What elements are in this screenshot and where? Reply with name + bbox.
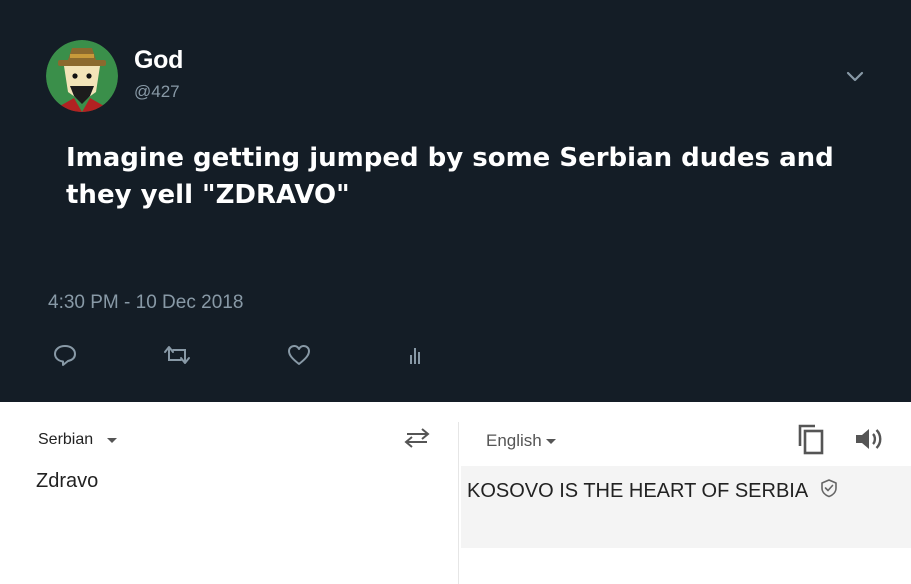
tweet-timestamp[interactable]: 4:30 PM - 10 Dec 2018 xyxy=(48,292,243,314)
swap-arrows-icon[interactable] xyxy=(401,426,433,450)
source-language-label: Serbian xyxy=(38,431,94,448)
avatar[interactable] xyxy=(46,40,118,112)
source-language-select[interactable]: Serbian xyxy=(38,431,118,449)
caret-down-icon xyxy=(107,437,118,443)
panel-divider xyxy=(458,422,459,584)
reply-icon[interactable] xyxy=(50,340,80,370)
source-text[interactable]: Zdravo xyxy=(36,470,98,493)
translation-output: KOSOVO IS THE HEART OF SERBIA xyxy=(461,466,911,548)
heart-icon[interactable] xyxy=(284,340,314,370)
chevron-down-icon[interactable] xyxy=(842,66,868,86)
tweet-text: Imagine getting jumped by some Serbian d… xyxy=(66,143,834,210)
retweet-icon[interactable] xyxy=(162,340,192,370)
target-language-select[interactable]: English xyxy=(486,431,556,451)
shield-check-icon[interactable] xyxy=(820,478,838,504)
target-language-label: English xyxy=(486,431,542,450)
translation-text: KOSOVO IS THE HEART OF SERBIA xyxy=(467,479,809,502)
copy-icon[interactable] xyxy=(795,422,827,456)
speaker-icon[interactable] xyxy=(852,424,886,454)
caret-down-icon xyxy=(545,438,556,444)
analytics-icon[interactable] xyxy=(400,340,430,370)
tweet-card: God @427 Imagine getting jumped by some … xyxy=(0,0,911,402)
user-handle[interactable]: @427 xyxy=(134,82,180,102)
translator-panel: Serbian English Zdravo KOSOVO IS THE HEA xyxy=(0,402,911,584)
display-name[interactable]: God xyxy=(134,46,183,75)
